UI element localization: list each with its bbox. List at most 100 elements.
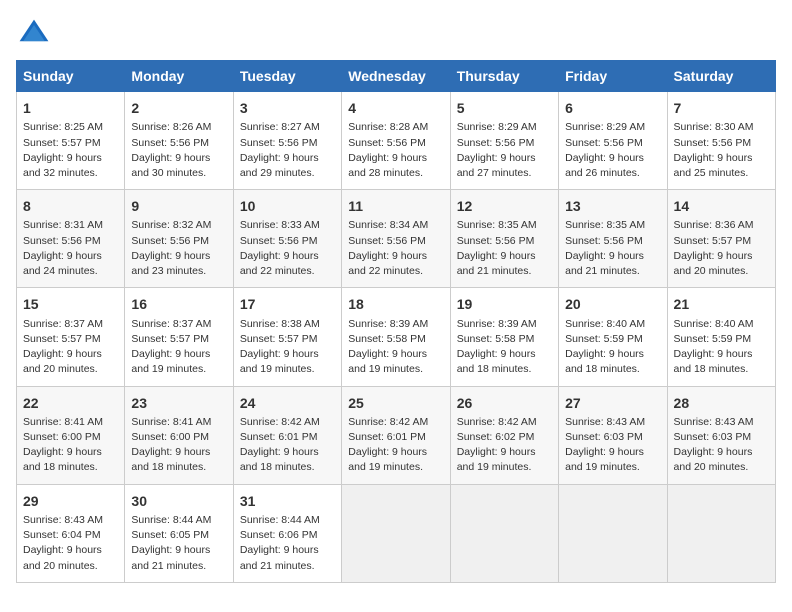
logo-icon <box>16 16 52 52</box>
day-info: Sunrise: 8:28 AMSunset: 5:56 PMDaylight:… <box>348 120 443 181</box>
calendar-cell: 5Sunrise: 8:29 AMSunset: 5:56 PMDaylight… <box>450 92 558 190</box>
day-info: Sunrise: 8:30 AMSunset: 5:56 PMDaylight:… <box>674 120 769 181</box>
day-info: Sunrise: 8:39 AMSunset: 5:58 PMDaylight:… <box>457 317 552 378</box>
calendar-cell <box>559 484 667 582</box>
day-info: Sunrise: 8:44 AMSunset: 6:06 PMDaylight:… <box>240 513 335 574</box>
day-number: 7 <box>674 98 769 118</box>
day-info: Sunrise: 8:40 AMSunset: 5:59 PMDaylight:… <box>565 317 660 378</box>
calendar-cell: 14Sunrise: 8:36 AMSunset: 5:57 PMDayligh… <box>667 190 775 288</box>
day-info: Sunrise: 8:37 AMSunset: 5:57 PMDaylight:… <box>131 317 226 378</box>
day-info: Sunrise: 8:42 AMSunset: 6:01 PMDaylight:… <box>240 415 335 476</box>
day-info: Sunrise: 8:35 AMSunset: 5:56 PMDaylight:… <box>565 218 660 279</box>
calendar-cell: 2Sunrise: 8:26 AMSunset: 5:56 PMDaylight… <box>125 92 233 190</box>
day-number: 8 <box>23 196 118 216</box>
day-info: Sunrise: 8:41 AMSunset: 6:00 PMDaylight:… <box>131 415 226 476</box>
weekday-header-row: SundayMondayTuesdayWednesdayThursdayFrid… <box>17 61 776 92</box>
day-number: 13 <box>565 196 660 216</box>
calendar-cell: 30Sunrise: 8:44 AMSunset: 6:05 PMDayligh… <box>125 484 233 582</box>
day-info: Sunrise: 8:29 AMSunset: 5:56 PMDaylight:… <box>457 120 552 181</box>
day-number: 20 <box>565 294 660 314</box>
day-number: 17 <box>240 294 335 314</box>
calendar-cell: 13Sunrise: 8:35 AMSunset: 5:56 PMDayligh… <box>559 190 667 288</box>
calendar-header: SundayMondayTuesdayWednesdayThursdayFrid… <box>17 61 776 92</box>
day-info: Sunrise: 8:32 AMSunset: 5:56 PMDaylight:… <box>131 218 226 279</box>
weekday-header-saturday: Saturday <box>667 61 775 92</box>
day-number: 11 <box>348 196 443 216</box>
day-number: 18 <box>348 294 443 314</box>
day-info: Sunrise: 8:34 AMSunset: 5:56 PMDaylight:… <box>348 218 443 279</box>
day-number: 29 <box>23 491 118 511</box>
day-info: Sunrise: 8:43 AMSunset: 6:03 PMDaylight:… <box>565 415 660 476</box>
day-number: 22 <box>23 393 118 413</box>
day-info: Sunrise: 8:42 AMSunset: 6:02 PMDaylight:… <box>457 415 552 476</box>
day-number: 27 <box>565 393 660 413</box>
calendar-cell: 15 Sunrise: 8:37 AMSunset: 5:57 PMDayligh… <box>17 288 125 386</box>
day-number: 12 <box>457 196 552 216</box>
calendar-cell: 3Sunrise: 8:27 AMSunset: 5:56 PMDaylight… <box>233 92 341 190</box>
calendar-cell: 8Sunrise: 8:31 AMSunset: 5:56 PMDaylight… <box>17 190 125 288</box>
page-header <box>16 16 776 52</box>
day-number: 31 <box>240 491 335 511</box>
day-info: Sunrise: 8:26 AMSunset: 5:56 PMDaylight:… <box>131 120 226 181</box>
day-info: Sunrise: 8:39 AMSunset: 5:58 PMDaylight:… <box>348 317 443 378</box>
day-info: Sunrise: 8:43 AMSunset: 6:03 PMDaylight:… <box>674 415 769 476</box>
calendar-cell: 12Sunrise: 8:35 AMSunset: 5:56 PMDayligh… <box>450 190 558 288</box>
day-number: 14 <box>674 196 769 216</box>
calendar-cell <box>342 484 450 582</box>
calendar-cell: 6Sunrise: 8:29 AMSunset: 5:56 PMDaylight… <box>559 92 667 190</box>
calendar-cell: 11Sunrise: 8:34 AMSunset: 5:56 PMDayligh… <box>342 190 450 288</box>
day-info: Sunrise: 8:38 AMSunset: 5:57 PMDaylight:… <box>240 317 335 378</box>
calendar-week-row: 8Sunrise: 8:31 AMSunset: 5:56 PMDaylight… <box>17 190 776 288</box>
day-number: 28 <box>674 393 769 413</box>
day-info: Sunrise: 8:42 AMSunset: 6:01 PMDaylight:… <box>348 415 443 476</box>
day-info: Sunrise: 8:37 AMSunset: 5:57 PMDaylight:… <box>23 317 118 378</box>
calendar-body: 1Sunrise: 8:25 AMSunset: 5:57 PMDaylight… <box>17 92 776 583</box>
calendar-cell: 16 Sunrise: 8:37 AMSunset: 5:57 PMDayligh… <box>125 288 233 386</box>
day-number: 26 <box>457 393 552 413</box>
calendar-cell: 31Sunrise: 8:44 AMSunset: 6:06 PMDayligh… <box>233 484 341 582</box>
day-info: Sunrise: 8:35 AMSunset: 5:56 PMDaylight:… <box>457 218 552 279</box>
calendar-cell <box>667 484 775 582</box>
calendar-cell: 17 Sunrise: 8:38 AMSunset: 5:57 PMDayligh… <box>233 288 341 386</box>
day-number: 9 <box>131 196 226 216</box>
day-number: 30 <box>131 491 226 511</box>
calendar-cell: 9Sunrise: 8:32 AMSunset: 5:56 PMDaylight… <box>125 190 233 288</box>
weekday-header-friday: Friday <box>559 61 667 92</box>
day-info: Sunrise: 8:25 AMSunset: 5:57 PMDaylight:… <box>23 120 118 181</box>
day-number: 3 <box>240 98 335 118</box>
day-info: Sunrise: 8:29 AMSunset: 5:56 PMDaylight:… <box>565 120 660 181</box>
day-number: 25 <box>348 393 443 413</box>
calendar-cell: 25Sunrise: 8:42 AMSunset: 6:01 PMDayligh… <box>342 386 450 484</box>
weekday-header-thursday: Thursday <box>450 61 558 92</box>
calendar-cell: 18 Sunrise: 8:39 AMSunset: 5:58 PMDayligh… <box>342 288 450 386</box>
day-info: Sunrise: 8:44 AMSunset: 6:05 PMDaylight:… <box>131 513 226 574</box>
calendar-cell: 24Sunrise: 8:42 AMSunset: 6:01 PMDayligh… <box>233 386 341 484</box>
calendar-week-row: 15 Sunrise: 8:37 AMSunset: 5:57 PMDayligh… <box>17 288 776 386</box>
day-number: 16 <box>131 294 226 314</box>
day-info: Sunrise: 8:33 AMSunset: 5:56 PMDaylight:… <box>240 218 335 279</box>
day-number: 15 <box>23 294 118 314</box>
day-number: 21 <box>674 294 769 314</box>
calendar-cell: 26Sunrise: 8:42 AMSunset: 6:02 PMDayligh… <box>450 386 558 484</box>
day-info: Sunrise: 8:43 AMSunset: 6:04 PMDaylight:… <box>23 513 118 574</box>
calendar-cell: 20 Sunrise: 8:40 AMSunset: 5:59 PMDayligh… <box>559 288 667 386</box>
day-number: 2 <box>131 98 226 118</box>
day-number: 6 <box>565 98 660 118</box>
calendar-cell: 10Sunrise: 8:33 AMSunset: 5:56 PMDayligh… <box>233 190 341 288</box>
calendar-cell: 23Sunrise: 8:41 AMSunset: 6:00 PMDayligh… <box>125 386 233 484</box>
day-info: Sunrise: 8:31 AMSunset: 5:56 PMDaylight:… <box>23 218 118 279</box>
calendar-cell: 1Sunrise: 8:25 AMSunset: 5:57 PMDaylight… <box>17 92 125 190</box>
weekday-header-sunday: Sunday <box>17 61 125 92</box>
day-number: 19 <box>457 294 552 314</box>
day-number: 23 <box>131 393 226 413</box>
day-info: Sunrise: 8:41 AMSunset: 6:00 PMDaylight:… <box>23 415 118 476</box>
logo <box>16 16 56 52</box>
calendar-week-row: 29Sunrise: 8:43 AMSunset: 6:04 PMDayligh… <box>17 484 776 582</box>
day-number: 4 <box>348 98 443 118</box>
weekday-header-wednesday: Wednesday <box>342 61 450 92</box>
day-info: Sunrise: 8:27 AMSunset: 5:56 PMDaylight:… <box>240 120 335 181</box>
calendar-week-row: 1Sunrise: 8:25 AMSunset: 5:57 PMDaylight… <box>17 92 776 190</box>
day-info: Sunrise: 8:36 AMSunset: 5:57 PMDaylight:… <box>674 218 769 279</box>
day-info: Sunrise: 8:40 AMSunset: 5:59 PMDaylight:… <box>674 317 769 378</box>
calendar-cell: 29Sunrise: 8:43 AMSunset: 6:04 PMDayligh… <box>17 484 125 582</box>
